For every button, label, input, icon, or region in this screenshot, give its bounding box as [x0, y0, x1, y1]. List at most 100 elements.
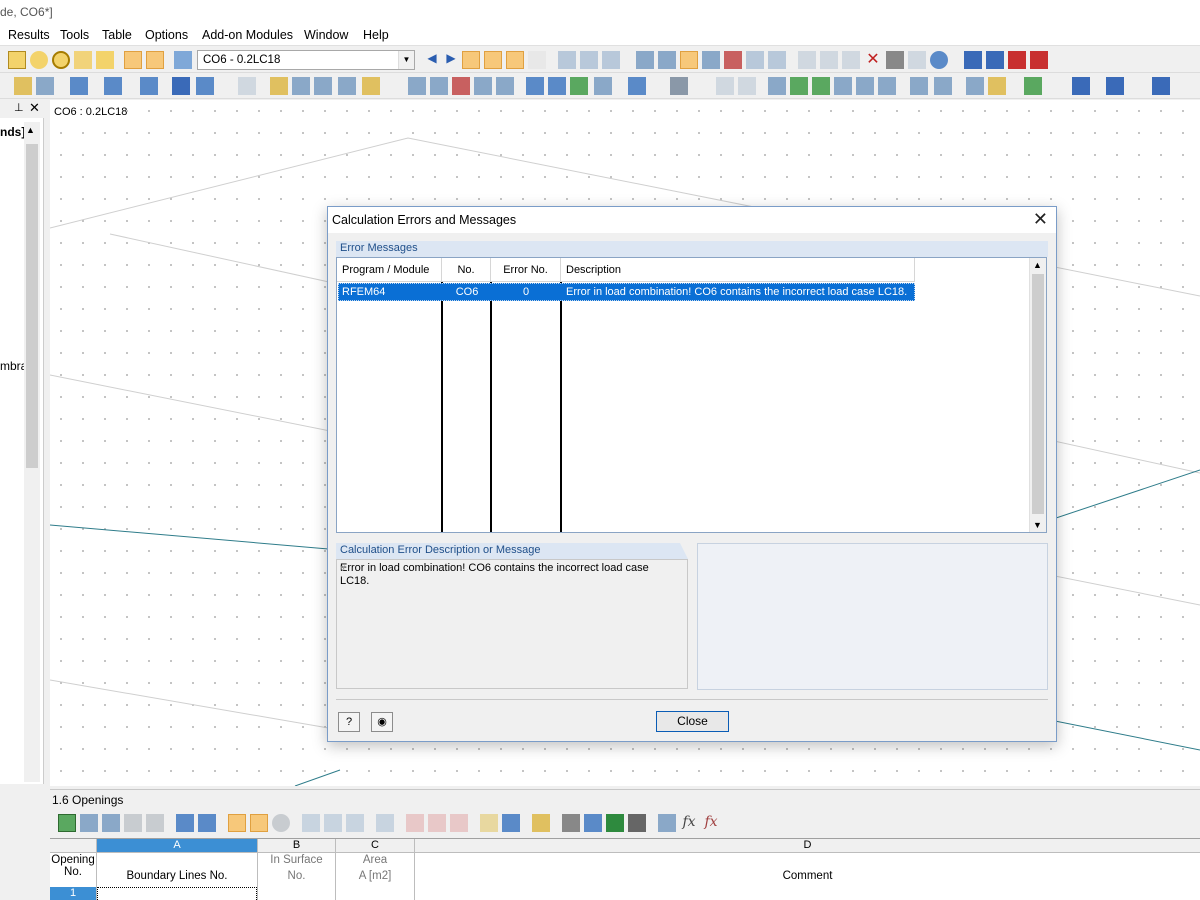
load-case-icon[interactable]: [174, 51, 192, 69]
columns-icon[interactable]: [502, 814, 520, 832]
find-icon[interactable]: [430, 77, 448, 95]
support-icon[interactable]: [724, 51, 742, 69]
scrollbar-thumb[interactable]: [26, 144, 38, 468]
pdf-icon[interactable]: [1008, 51, 1026, 69]
target-icon[interactable]: [52, 51, 70, 69]
edit-icon[interactable]: [8, 51, 26, 69]
box-icon[interactable]: [474, 77, 492, 95]
wave-icon[interactable]: [146, 814, 164, 832]
error-description-box[interactable]: Error in load combination! CO6 contains …: [336, 559, 688, 689]
settings-icon[interactable]: [908, 51, 926, 69]
connect-icon[interactable]: [270, 77, 288, 95]
load-combination-select[interactable]: CO6 - 0.2LC18 ▼: [197, 50, 415, 70]
menu-options[interactable]: Options: [145, 28, 188, 42]
display-options-icon[interactable]: [1106, 77, 1124, 95]
filter-icon[interactable]: [302, 814, 320, 832]
delete-row-icon[interactable]: [102, 814, 120, 832]
slope-icon[interactable]: [856, 77, 874, 95]
zoom-icon[interactable]: [30, 51, 48, 69]
deformation-icon[interactable]: [558, 51, 576, 69]
triangle-icon[interactable]: [842, 51, 860, 69]
model-icon[interactable]: [580, 51, 598, 69]
move-icon[interactable]: [238, 77, 256, 95]
section-icon[interactable]: [602, 51, 620, 69]
column-letter[interactable]: C: [336, 839, 414, 853]
menu-addon-modules[interactable]: Add-on Modules: [202, 28, 293, 42]
chevron-up-icon[interactable]: ▲: [1033, 260, 1042, 270]
select-in-graphic-icon[interactable]: [250, 814, 268, 832]
brush-icon[interactable]: [988, 77, 1006, 95]
surface-add-icon[interactable]: [104, 77, 122, 95]
function-clear-icon[interactable]: fx: [702, 814, 720, 832]
column-comment[interactable]: D Comment: [415, 839, 1200, 900]
cut-icon[interactable]: [406, 814, 424, 832]
divide-icon[interactable]: [292, 77, 310, 95]
member-icon[interactable]: [702, 51, 720, 69]
show-values-icon[interactable]: [484, 51, 502, 69]
pdf-export-icon[interactable]: [1030, 51, 1048, 69]
axis-y-icon[interactable]: [548, 77, 566, 95]
solid-add-icon[interactable]: [140, 77, 158, 95]
cube-icon[interactable]: [496, 77, 514, 95]
table-row[interactable]: RFEM64 CO6 0 Error in load combination! …: [338, 283, 915, 301]
insert-row-icon[interactable]: [80, 814, 98, 832]
rotate-icon[interactable]: [820, 51, 838, 69]
grid-table-icon[interactable]: [146, 51, 164, 69]
table-edit-icon[interactable]: [58, 814, 76, 832]
scrollbar-thumb[interactable]: [1032, 274, 1044, 514]
next-icon[interactable]: ▶: [442, 51, 460, 69]
column-letter[interactable]: D: [415, 839, 1200, 853]
measure-icon[interactable]: [408, 77, 426, 95]
pattern-icon[interactable]: [878, 77, 896, 95]
column-header-error-no[interactable]: Error No.: [491, 258, 561, 282]
close-button[interactable]: Close: [656, 711, 729, 732]
paste-right-icon[interactable]: [450, 814, 468, 832]
axis-z-icon[interactable]: [570, 77, 588, 95]
surface-green-icon[interactable]: [790, 77, 808, 95]
menu-results[interactable]: Results: [8, 28, 50, 42]
chevron-up-icon[interactable]: ▲: [26, 125, 35, 135]
excel-icon[interactable]: [606, 814, 624, 832]
menu-tools[interactable]: Tools: [60, 28, 89, 42]
tree-icon[interactable]: [834, 77, 852, 95]
axis-minus-x-icon[interactable]: [594, 77, 612, 95]
graph-icon[interactable]: [584, 814, 602, 832]
active-cell[interactable]: [97, 887, 257, 900]
render-icon[interactable]: [670, 77, 688, 95]
previous-icon[interactable]: ◀: [423, 51, 441, 69]
member-add-icon[interactable]: [70, 77, 88, 95]
table-view-icon[interactable]: [480, 814, 498, 832]
pick-icon[interactable]: [228, 814, 246, 832]
text-format-icon[interactable]: [658, 814, 676, 832]
function-icon[interactable]: fx: [680, 814, 698, 832]
network-icon[interactable]: [930, 51, 948, 69]
menu-table[interactable]: Table: [102, 28, 132, 42]
mesh-icon[interactable]: [658, 51, 676, 69]
calculator-icon[interactable]: [628, 814, 646, 832]
section-cut-icon[interactable]: [716, 77, 734, 95]
chevron-down-icon[interactable]: ▼: [1033, 520, 1042, 530]
help-button[interactable]: ?: [338, 712, 360, 732]
error-table-scrollbar[interactable]: ▲ ▼: [1029, 258, 1046, 532]
view-button[interactable]: ◉: [371, 712, 393, 732]
clear-icon[interactable]: [376, 814, 394, 832]
paste-left-icon[interactable]: [428, 814, 446, 832]
column-header-description[interactable]: Description: [561, 258, 915, 282]
table-grid-icon[interactable]: [934, 77, 952, 95]
navigator-item-loads[interactable]: nds]: [0, 125, 25, 139]
surface-icon[interactable]: [746, 51, 764, 69]
printer-icon[interactable]: [562, 814, 580, 832]
block-icon[interactable]: [172, 77, 190, 95]
menu-window[interactable]: Window: [304, 28, 348, 42]
display-icon[interactable]: [1072, 77, 1090, 95]
pin-icon[interactable]: ⊥: [14, 101, 24, 114]
view-eye-icon[interactable]: [506, 51, 524, 69]
rotate-view-icon[interactable]: [628, 77, 646, 95]
column-letter[interactable]: A: [97, 839, 257, 853]
hinge-icon[interactable]: [798, 51, 816, 69]
delete-icon[interactable]: ✕: [864, 51, 882, 69]
sort-icon[interactable]: [324, 814, 342, 832]
solid-icon[interactable]: [768, 51, 786, 69]
scroll-down-icon[interactable]: v: [340, 562, 650, 686]
values-off-icon[interactable]: [528, 51, 546, 69]
